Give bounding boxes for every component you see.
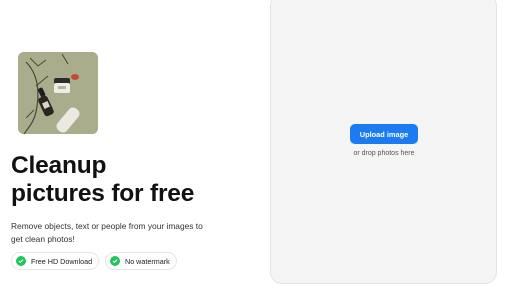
hero-subtitle: Remove objects, text or people from your… bbox=[11, 221, 203, 244]
check-circle-icon bbox=[16, 256, 26, 266]
headline-line-2: pictures for free bbox=[11, 180, 195, 207]
upload-image-button[interactable]: Upload image bbox=[350, 124, 418, 144]
page-headline: Cleanup pictures for free bbox=[11, 152, 194, 208]
hero-product-image bbox=[18, 52, 98, 134]
badge-label: Free HD Download bbox=[31, 256, 93, 266]
drop-photos-hint: or drop photos here bbox=[353, 150, 415, 157]
badge-free-hd-download: Free HD Download bbox=[11, 252, 100, 270]
check-circle-icon bbox=[110, 256, 120, 266]
badge-label: No watermark bbox=[125, 256, 170, 266]
headline-line-1: Cleanup bbox=[11, 152, 107, 179]
badge-no-watermark: No watermark bbox=[105, 252, 177, 270]
upload-dropzone[interactable]: Upload image or drop photos here bbox=[270, 0, 497, 284]
